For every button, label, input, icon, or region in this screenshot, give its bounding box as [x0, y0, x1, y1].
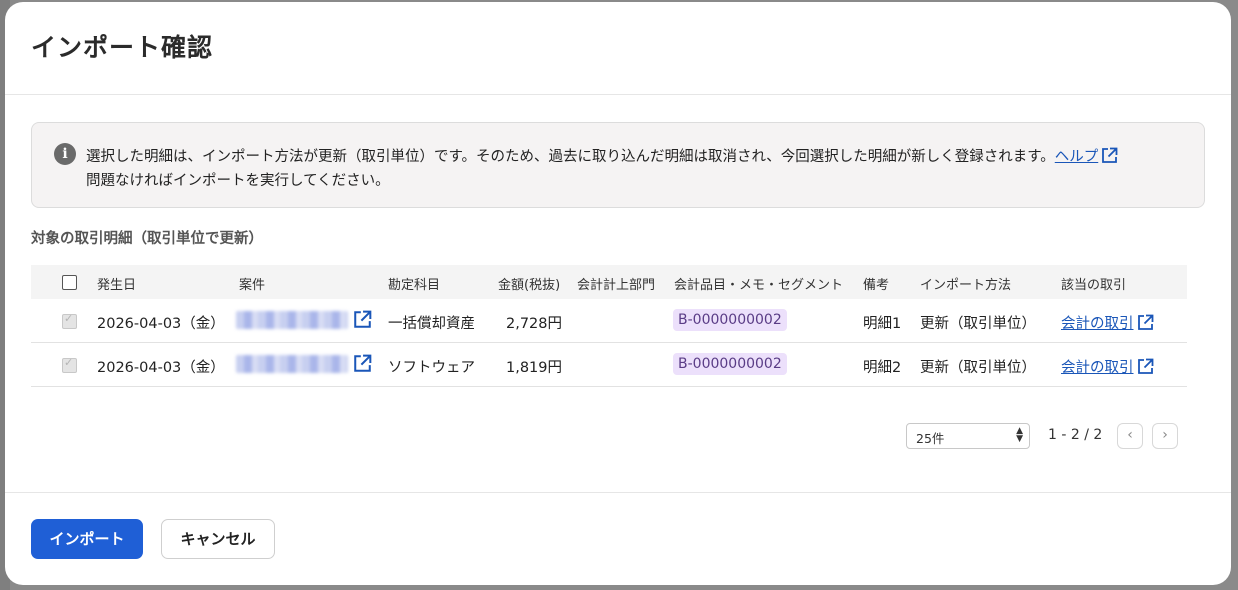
external-link-icon[interactable] [353, 354, 372, 377]
dialog-header: インポート確認 [5, 2, 1231, 95]
chevron-left-icon: ‹ [1127, 427, 1133, 443]
row-date: 2026-04-03（金） [97, 360, 225, 376]
per-page-value: 25件 [916, 431, 945, 446]
col-dept: 会計計上部門 [577, 278, 656, 293]
cancel-button[interactable]: キャンセル [161, 519, 275, 559]
external-link-icon[interactable] [1137, 358, 1154, 379]
notice-line1: 選択した明細は、インポート方法が更新（取引単位）です。そのため、過去に取り込んだ… [86, 149, 1055, 165]
notice-text: 選択した明細は、インポート方法が更新（取引単位）です。そのため、過去に取り込んだ… [86, 145, 1118, 168]
col-transaction: 該当の取引 [1061, 278, 1127, 293]
row-method: 更新（取引単位） [920, 316, 1036, 332]
col-amount: 金額(税抜) [498, 278, 561, 293]
segment-badge: B-0000000002 [673, 309, 787, 331]
col-date: 発生日 [97, 278, 137, 293]
col-memo: 備考 [863, 278, 890, 293]
select-all-checkbox[interactable] [62, 275, 77, 290]
row-date: 2026-04-03（金） [97, 316, 225, 332]
dialog-title: インポート確認 [31, 33, 214, 62]
row-account: ソフトウェア [388, 360, 475, 376]
row-amount: 1,819円 [506, 360, 563, 376]
row-account: 一括償却資産 [388, 316, 475, 332]
select-arrows-icon: ▲ ▼ [1016, 426, 1023, 444]
external-link-icon[interactable] [1137, 314, 1154, 335]
transaction-link-label[interactable]: 会計の取引 [1061, 360, 1134, 376]
table-row: 2026-04-03（金） ソフトウェア 1,819円 B-0000000002… [31, 343, 1187, 387]
row-amount: 2,728円 [506, 316, 563, 332]
table-header: 発生日 案件 勘定科目 金額(税抜) 会計計上部門 会計品目・メモ・セグメント … [31, 265, 1187, 299]
col-project: 案件 [239, 278, 266, 293]
dialog-footer: インポート キャンセル [5, 492, 1231, 585]
col-segment: 会計品目・メモ・セグメント [674, 278, 844, 293]
table-row: 2026-04-03（金） 一括償却資産 2,728円 B-0000000002… [31, 299, 1187, 343]
import-button[interactable]: インポート [31, 519, 143, 559]
transactions-table: 発生日 案件 勘定科目 金額(税抜) 会計計上部門 会計品目・メモ・セグメント … [31, 265, 1187, 387]
row-checkbox [62, 356, 77, 373]
col-account: 勘定科目 [388, 278, 441, 293]
section-title: 対象の取引明細（取引単位で更新） [31, 231, 263, 247]
col-method: インポート方法 [920, 278, 1012, 293]
external-link-icon[interactable] [1101, 147, 1118, 168]
pagination-range: 1 - 2 / 2 [1048, 427, 1103, 443]
external-link-icon[interactable] [353, 310, 372, 333]
row-method: 更新（取引単位） [920, 360, 1036, 376]
per-page-select[interactable]: 25件 ▲ ▼ [906, 423, 1030, 449]
chevron-right-icon: › [1162, 427, 1168, 443]
row-checkbox [62, 312, 77, 329]
segment-badge: B-0000000002 [673, 353, 787, 375]
project-name-redacted[interactable] [236, 311, 348, 329]
transaction-link-label[interactable]: 会計の取引 [1061, 316, 1134, 332]
project-name-redacted[interactable] [236, 355, 348, 373]
notice-line2: 問題なければインポートを実行してください。 [86, 173, 390, 189]
row-memo: 明細2 [863, 360, 902, 376]
transaction-link[interactable]: 会計の取引 [1061, 356, 1154, 379]
row-memo: 明細1 [863, 316, 902, 332]
import-confirm-dialog: インポート確認 i 選択した明細は、インポート方法が更新（取引単位）です。そのた… [5, 2, 1231, 585]
prev-page-button[interactable]: ‹ [1117, 423, 1143, 449]
info-notice: i 選択した明細は、インポート方法が更新（取引単位）です。そのため、過去に取り込… [31, 122, 1205, 208]
help-link[interactable]: ヘルプ [1055, 149, 1099, 165]
info-icon: i [54, 143, 76, 165]
next-page-button[interactable]: › [1152, 423, 1178, 449]
transaction-link[interactable]: 会計の取引 [1061, 312, 1154, 335]
